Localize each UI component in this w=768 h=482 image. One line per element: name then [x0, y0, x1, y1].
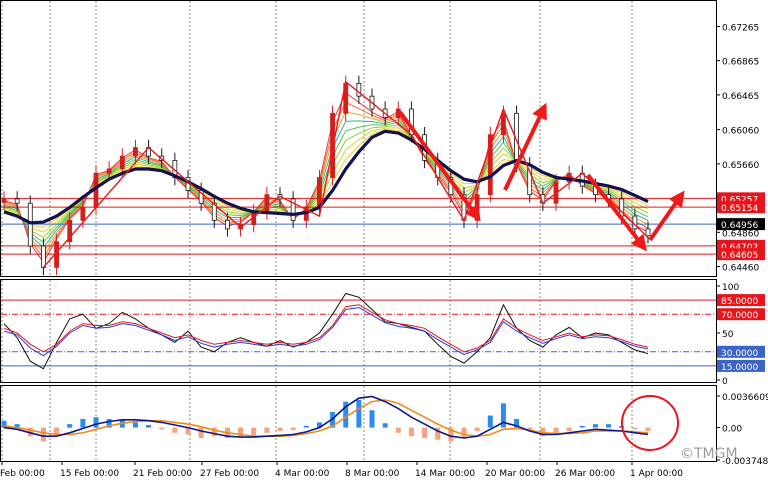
candle-body [264, 194, 270, 213]
macd-histogram-bar [277, 427, 283, 432]
candle-body [1, 198, 7, 203]
macd-histogram-bar [251, 427, 257, 436]
macd-histogram-bar [566, 427, 572, 432]
y-tick-label: 100 [722, 283, 739, 293]
x-tick-label: 15 Feb 00:00 [60, 469, 119, 479]
oscillator-y-axis: 85.0000 70.0000 30.0000 15.0000 100 50 0 [716, 283, 765, 387]
current-price-label: 0.64956 [721, 221, 758, 231]
macd-histogram-bar [211, 427, 217, 437]
x-tick-label: 21 Feb 00:00 [133, 469, 192, 479]
macd-histogram-bar [606, 424, 612, 428]
y-tick-label: 0.67265 [722, 23, 759, 33]
macd-histogram-bar [645, 427, 651, 432]
candle-body [41, 245, 46, 268]
macd-histogram-bar [198, 427, 204, 438]
macd-histogram-bar [422, 427, 428, 438]
macd-histogram-bar [146, 424, 152, 428]
x-tick-label: 8 Mar 00:00 [345, 469, 400, 479]
x-tick-label: 20 Mar 00:00 [485, 469, 545, 479]
candle-body [27, 202, 33, 247]
oscillator-level-label: 70.0000 [721, 311, 758, 321]
y-tick-label: 0.00 [722, 425, 742, 435]
ma-ribbon [3, 92, 649, 264]
candle-body [474, 194, 480, 221]
candle-body [14, 198, 20, 204]
macd-histogram-bar [553, 427, 559, 433]
y-tick-label: 0 [722, 377, 728, 387]
level-label: 0.65154 [721, 204, 758, 214]
macd-histogram-bar [159, 427, 165, 430]
oscillator-grid [1, 280, 633, 382]
macd-lines [3, 395, 649, 439]
macd-histogram-bar [369, 410, 375, 428]
macd-histogram-bar [264, 427, 270, 433]
macd-histogram-bar [67, 424, 73, 428]
annotations [42, 80, 685, 268]
main-y-axis: 0.672650.668650.664650.660600.656600.652… [716, 23, 765, 274]
macd-histogram-bar [172, 427, 178, 433]
y-tick-label: 0.66465 [722, 92, 759, 102]
watermark: ©TMGM [680, 446, 738, 462]
macd-histogram-bar [303, 425, 309, 428]
level-label: 0.64605 [721, 251, 758, 261]
y-tick-label: 0.65660 [722, 161, 759, 171]
price-chart[interactable]: 0.672650.668650.664650.660600.656600.652… [0, 0, 768, 482]
candle-body [501, 112, 506, 136]
x-axis: Feb 00:00 15 Feb 00:00 21 Feb 00:00 27 Feb … [0, 461, 683, 479]
oscillator-panel-border [0, 279, 717, 383]
macd-histogram-bar [592, 424, 598, 428]
y-tick-label: 0.66060 [722, 127, 759, 137]
oscillator-level-label: 30.0000 [721, 349, 758, 359]
macd-histogram-bar [408, 427, 414, 437]
oscillator-panel[interactable]: 85.0000 70.0000 30.0000 15.0000 100 50 0 [0, 279, 766, 388]
x-tick-label: 1 Apr 00:00 [630, 469, 683, 479]
trend-arrow [648, 190, 685, 242]
x-tick-label: 26 Mar 00:00 [555, 469, 615, 479]
oscillator-level-label: 85.0000 [721, 297, 758, 307]
oscillator-lines [3, 292, 649, 370]
main-panel-border [0, 0, 717, 277]
macd-histogram-bar [474, 427, 480, 432]
macd-histogram-bar [93, 417, 99, 428]
y-tick-label: 50 [722, 330, 734, 340]
x-tick-label: 27 Feb 00:00 [200, 469, 259, 479]
macd-histogram-bar [356, 399, 362, 428]
macd-histogram-bar [238, 427, 244, 438]
y-tick-label: 0.66865 [722, 58, 759, 68]
macd-histogram-bar [290, 427, 296, 431]
macd-histogram-bar [461, 427, 467, 438]
candle-body [133, 147, 138, 157]
macd-main-line [3, 395, 649, 439]
candle-body [645, 228, 651, 237]
trend-arrow [398, 110, 481, 222]
macd-histogram-bar [395, 427, 401, 433]
y-tick-label: 0.0036609 [722, 393, 768, 403]
macd-histogram-bar [382, 423, 388, 428]
candle-body [225, 219, 230, 230]
main-panel[interactable]: 0.672650.668650.664650.660600.656600.652… [0, 0, 766, 277]
candle-body [317, 177, 322, 208]
x-tick-label: 14 Mar 00:00 [415, 469, 475, 479]
macd-histogram-bar [80, 418, 86, 428]
oscillator-level-label: 15.0000 [721, 363, 758, 373]
macd-signal-line [3, 399, 649, 438]
main-grid [1, 1, 633, 276]
candle-body [106, 168, 112, 174]
x-tick-label: 4 Mar 00:00 [275, 469, 330, 479]
candle-body [119, 155, 125, 170]
x-tick-label: Feb 00:00 [0, 469, 45, 479]
macd-histogram-bar [132, 422, 138, 428]
y-tick-label: 0.64460 [722, 264, 759, 274]
macd-histogram-bar [40, 427, 46, 442]
macd-histogram-bar [487, 415, 493, 428]
candle-body [80, 207, 86, 221]
horizontal-levels [1, 197, 716, 255]
macd-histogram-bar [632, 427, 638, 430]
macd-panel[interactable]: 0.00366090.00-0.003748 ©TMGM [0, 385, 768, 468]
macd-histogram-bar [579, 425, 585, 428]
highlight-circle [621, 395, 679, 451]
oscillator-levels [1, 299, 716, 367]
